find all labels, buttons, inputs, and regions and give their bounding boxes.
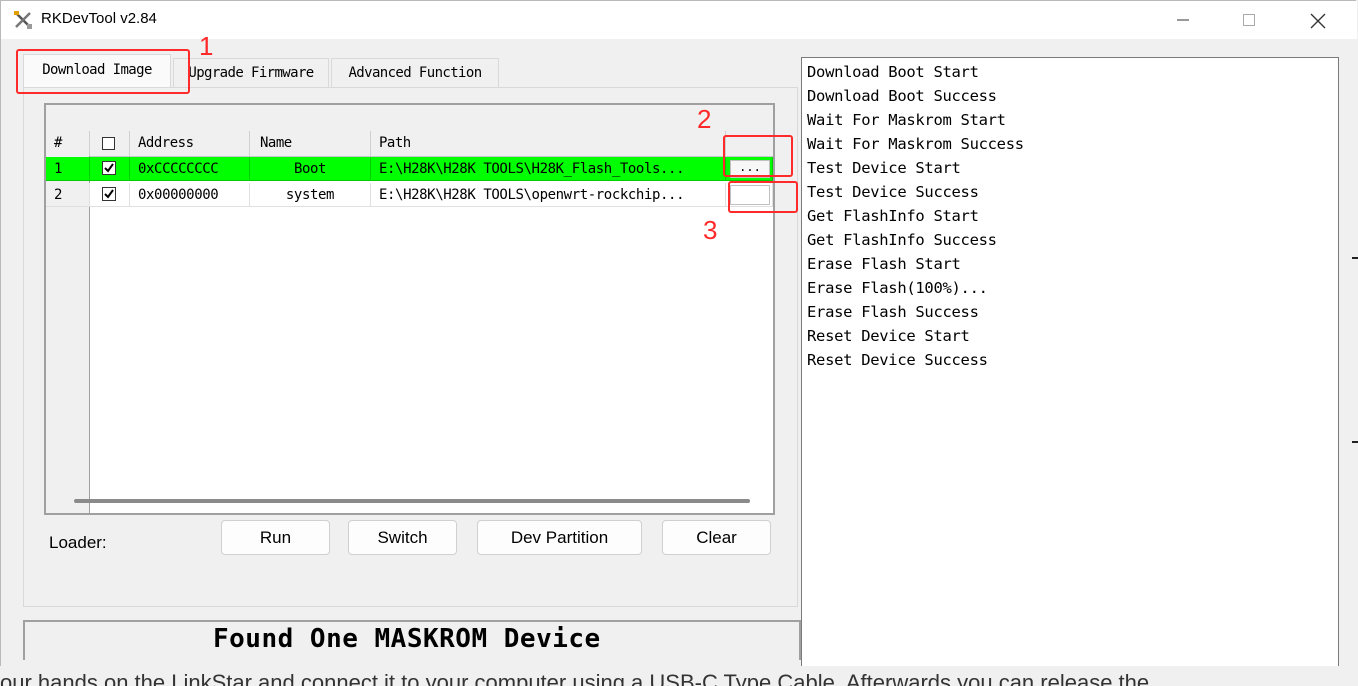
row-checkbox[interactable] — [102, 161, 116, 175]
checkmark-icon — [104, 163, 114, 173]
minimize-icon — [1177, 19, 1189, 21]
annotation-number-3: 3 — [703, 215, 718, 245]
annotation-box-3 — [728, 181, 798, 213]
row-address[interactable]: 0x00000000 — [130, 183, 250, 207]
log-line: Erase Flash Start — [807, 255, 961, 273]
select-all-checkbox[interactable] — [102, 137, 115, 150]
tools-icon — [13, 10, 33, 30]
row-checkbox-cell[interactable] — [90, 183, 130, 207]
column-header-address[interactable]: Address — [130, 131, 250, 156]
log-line: Erase Flash Success — [807, 303, 979, 321]
run-button[interactable]: Run — [221, 520, 330, 555]
log-panel[interactable]: Download Boot Start Download Boot Succes… — [801, 57, 1339, 667]
row-number: 2 — [46, 183, 90, 207]
background-document-strip: our hands on the LinkStar and connect it… — [0, 666, 1358, 686]
log-line: Download Boot Start — [807, 63, 979, 81]
row-name[interactable]: system — [250, 183, 371, 207]
column-header-path[interactable]: Path — [371, 131, 726, 156]
maximize-button[interactable] — [1215, 1, 1283, 39]
tab-upgrade-firmware[interactable]: Upgrade Firmware — [173, 58, 329, 87]
dev-partition-button[interactable]: Dev Partition — [477, 520, 642, 555]
maximize-icon — [1243, 14, 1255, 26]
column-header-name[interactable]: Name — [250, 131, 371, 156]
row-checkbox[interactable] — [102, 187, 116, 201]
log-line: Reset Device Start — [807, 327, 970, 345]
close-icon — [1310, 13, 1326, 29]
switch-button[interactable]: Switch — [348, 520, 457, 555]
log-line: Get FlashInfo Start — [807, 207, 979, 225]
clear-button[interactable]: Clear — [662, 520, 771, 555]
window-right-edge — [1347, 39, 1358, 667]
annotation-number-1: 1 — [199, 31, 214, 61]
table-row[interactable]: 2 0x00000000 system E:\H28K\H28K TOOLS\o… — [46, 183, 773, 208]
table-header: # Address Name Path — [46, 131, 773, 157]
row-path[interactable]: E:\H28K\H28K TOOLS\openwrt-rockchip... — [371, 183, 726, 207]
row-checkbox-cell[interactable] — [90, 157, 130, 181]
log-line: Erase Flash(100%)... — [807, 279, 988, 297]
edge-mark — [1352, 441, 1358, 443]
log-line: Test Device Success — [807, 183, 979, 201]
loader-label: Loader: — [49, 533, 107, 552]
background-text: our hands on the LinkStar and connect it… — [0, 670, 1150, 686]
tab-advanced-function[interactable]: Advanced Function — [331, 58, 499, 87]
window-title: RKDevTool v2.84 — [41, 10, 157, 27]
row-name[interactable]: Boot — [250, 157, 371, 181]
row-address[interactable]: 0xCCCCCCCC — [130, 157, 250, 181]
row-number: 1 — [46, 157, 90, 181]
log-line: Wait For Maskrom Start — [807, 111, 1006, 129]
log-line: Test Device Start — [807, 159, 961, 177]
row-path[interactable]: E:\H28K\H28K TOOLS\H28K_Flash_Tools... — [371, 157, 726, 181]
close-button[interactable] — [1283, 1, 1351, 39]
log-line: Wait For Maskrom Success — [807, 135, 1024, 153]
annotation-number-2: 2 — [697, 104, 712, 134]
status-text: Found One MASKROM Device — [213, 624, 601, 654]
annotation-box-1 — [16, 49, 190, 94]
status-bar: Found One MASKROM Device — [23, 620, 801, 660]
column-header-select[interactable] — [90, 131, 130, 156]
table-row[interactable]: 1 0xCCCCCCCC Boot E:\H28K\H28K TOOLS\H28… — [46, 157, 773, 182]
app-window: RKDevTool v2.84 Download Image Upgrade F… — [0, 0, 1358, 686]
table-top-area — [46, 105, 773, 132]
log-line: Download Boot Success — [807, 87, 997, 105]
checkmark-icon — [104, 189, 114, 199]
row-number-column — [46, 156, 90, 513]
horizontal-scrollbar[interactable] — [74, 499, 750, 503]
image-table: # Address Name Path 1 0xCCCCCCCC Boot E:… — [44, 103, 775, 515]
annotation-box-2 — [723, 135, 793, 177]
edge-mark — [1352, 257, 1358, 259]
column-header-num: # — [46, 131, 90, 156]
log-line: Get FlashInfo Success — [807, 231, 997, 249]
minimize-button[interactable] — [1149, 1, 1217, 39]
log-line: Reset Device Success — [807, 351, 988, 369]
